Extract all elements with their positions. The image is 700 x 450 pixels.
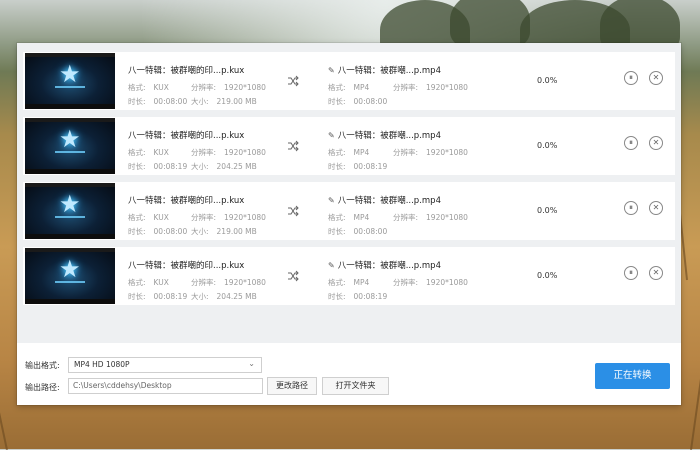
output-filename: ✎ 八一特辑：被群嘲...p.mp4	[328, 131, 441, 141]
output-resolution: 分辨率: 1920*1080	[393, 148, 468, 157]
output-format: 格式: MP4	[328, 83, 370, 92]
video-thumbnail: ★	[25, 53, 115, 109]
edit-pencil-icon[interactable]: ✎	[328, 131, 335, 140]
edit-pencil-icon[interactable]: ✎	[328, 261, 335, 270]
close-icon: ✕	[652, 203, 660, 212]
output-duration: 时长: 00:08:00	[328, 227, 388, 236]
pause-icon: ⏸	[629, 73, 633, 82]
output-resolution: 分辨率: 1920*1080	[393, 278, 468, 287]
edit-pencil-icon[interactable]: ✎	[328, 66, 335, 75]
progress-percent: 0.0%	[537, 271, 558, 280]
output-format-label: 输出格式:	[25, 361, 60, 370]
task-row[interactable]: ★ 八一特辑：被群嘲的印...p.kux 格式: KUX 分辨率: 1920*108…	[23, 52, 675, 110]
convert-arrow-icon	[288, 205, 299, 217]
pause-icon: ⏸	[629, 203, 633, 212]
source-duration: 时长: 00:08:19	[128, 292, 188, 301]
convert-arrow-icon	[288, 270, 299, 282]
output-duration: 时长: 00:08:19	[328, 292, 388, 301]
task-row[interactable]: ★ 八一特辑：被群嘲的印...p.kux 格式: KUX 分辨率: 1920*108…	[23, 247, 675, 305]
source-resolution: 分辨率: 1920*1080	[191, 213, 266, 222]
pause-button[interactable]: ⏸	[624, 266, 638, 280]
source-resolution: 分辨率: 1920*1080	[191, 148, 266, 157]
pause-button[interactable]: ⏸	[624, 136, 638, 150]
progress-percent: 0.0%	[537, 141, 558, 150]
remove-button[interactable]: ✕	[649, 136, 663, 150]
pause-button[interactable]: ⏸	[624, 201, 638, 215]
source-duration: 时长: 00:08:00	[128, 97, 188, 106]
source-filename: 八一特辑：被群嘲的印...p.kux	[128, 66, 245, 76]
source-filename: 八一特辑：被群嘲的印...p.kux	[128, 131, 245, 141]
output-path-field[interactable]: C:\Users\cddehsy\Desktop	[68, 378, 263, 394]
wheat-stalk	[690, 301, 700, 450]
remove-button[interactable]: ✕	[649, 266, 663, 280]
progress-percent: 0.0%	[537, 206, 558, 215]
output-filename: ✎ 八一特辑：被群嘲...p.mp4	[328, 261, 441, 271]
source-size: 大小: 204.25 MB	[191, 292, 257, 301]
output-path-label: 输出路径:	[25, 383, 60, 392]
close-icon: ✕	[652, 138, 660, 147]
output-duration: 时长: 00:08:19	[328, 162, 388, 171]
converter-window: ★ 八一特辑：被群嘲的印...p.kux 格式: KUX 分辨率: 1920*108…	[17, 43, 681, 405]
close-icon: ✕	[652, 73, 660, 82]
output-format-select[interactable]: MP4 HD 1080P ⌄	[68, 357, 262, 373]
progress-percent: 0.0%	[537, 76, 558, 85]
source-resolution: 分辨率: 1920*1080	[191, 83, 266, 92]
convert-arrow-icon	[288, 140, 299, 152]
video-thumbnail: ★	[25, 248, 115, 304]
chevron-down-icon: ⌄	[248, 359, 255, 368]
output-filename: ✎ 八一特辑：被群嘲...p.mp4	[328, 196, 441, 206]
source-format: 格式: KUX	[128, 213, 169, 222]
convert-arrow-icon	[288, 75, 299, 87]
converting-button[interactable]: 正在转换	[595, 363, 670, 389]
source-format: 格式: KUX	[128, 83, 169, 92]
wheat-stalk	[0, 332, 8, 450]
edit-pencil-icon[interactable]: ✎	[328, 196, 335, 205]
output-format: 格式: MP4	[328, 278, 370, 287]
pause-icon: ⏸	[629, 138, 633, 147]
source-size: 大小: 204.25 MB	[191, 162, 257, 171]
video-thumbnail: ★	[25, 183, 115, 239]
output-settings-bar: 输出格式: MP4 HD 1080P ⌄ 输出路径: C:\Users\cdde…	[17, 343, 681, 405]
remove-button[interactable]: ✕	[649, 71, 663, 85]
source-duration: 时长: 00:08:19	[128, 162, 188, 171]
source-filename: 八一特辑：被群嘲的印...p.kux	[128, 261, 245, 271]
output-format-value: MP4 HD 1080P	[74, 360, 130, 369]
output-filename: ✎ 八一特辑：被群嘲...p.mp4	[328, 66, 441, 76]
source-resolution: 分辨率: 1920*1080	[191, 278, 266, 287]
remove-button[interactable]: ✕	[649, 201, 663, 215]
source-format: 格式: KUX	[128, 148, 169, 157]
pause-button[interactable]: ⏸	[624, 71, 638, 85]
video-thumbnail: ★	[25, 118, 115, 174]
pause-icon: ⏸	[629, 268, 633, 277]
source-size: 大小: 219.00 MB	[191, 227, 257, 236]
output-resolution: 分辨率: 1920*1080	[393, 213, 468, 222]
source-format: 格式: KUX	[128, 278, 169, 287]
source-filename: 八一特辑：被群嘲的印...p.kux	[128, 196, 245, 206]
task-row[interactable]: ★ 八一特辑：被群嘲的印...p.kux 格式: KUX 分辨率: 1920*108…	[23, 117, 675, 175]
change-path-button[interactable]: 更改路径	[267, 377, 317, 395]
open-folder-button[interactable]: 打开文件夹	[322, 377, 389, 395]
output-format: 格式: MP4	[328, 148, 370, 157]
output-duration: 时长: 00:08:00	[328, 97, 388, 106]
task-list: ★ 八一特辑：被群嘲的印...p.kux 格式: KUX 分辨率: 1920*108…	[23, 52, 675, 312]
output-format: 格式: MP4	[328, 213, 370, 222]
source-size: 大小: 219.00 MB	[191, 97, 257, 106]
close-icon: ✕	[652, 268, 660, 277]
source-duration: 时长: 00:08:00	[128, 227, 188, 236]
output-resolution: 分辨率: 1920*1080	[393, 83, 468, 92]
task-row[interactable]: ★ 八一特辑：被群嘲的印...p.kux 格式: KUX 分辨率: 1920*108…	[23, 182, 675, 240]
